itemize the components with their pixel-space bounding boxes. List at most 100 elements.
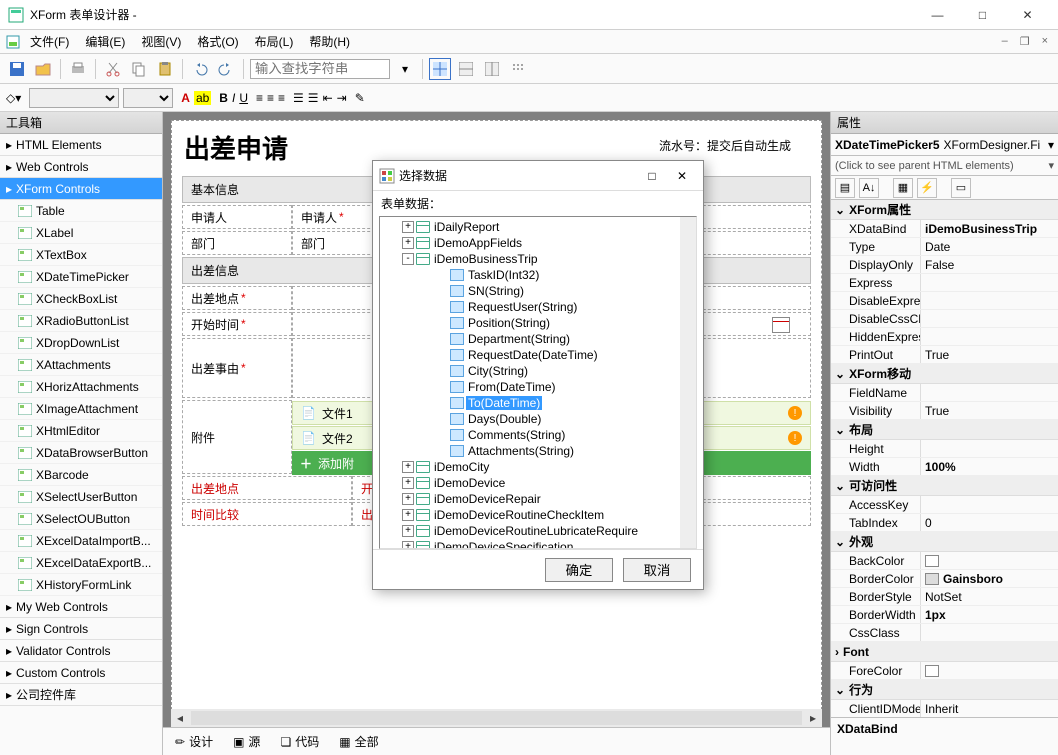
tree-expand-icon[interactable]: +: [402, 461, 414, 473]
toolbox-cat-validator[interactable]: ▸Validator Controls: [0, 640, 162, 662]
layout-dots-icon[interactable]: [507, 58, 529, 80]
property-row[interactable]: FieldName: [831, 384, 1058, 402]
property-pages-icon[interactable]: ▭: [951, 178, 971, 198]
expand-icon[interactable]: ›: [835, 645, 839, 659]
toolbox-item[interactable]: XExcelDataImportB...: [0, 530, 162, 552]
scroll-right-icon[interactable]: ▸: [804, 710, 822, 726]
app-menu-icon[interactable]: [6, 34, 22, 50]
property-row[interactable]: ClientIDModeInherit: [831, 700, 1058, 717]
property-category[interactable]: ⌄可访问性: [831, 476, 1058, 496]
collapse-icon[interactable]: ⌄: [835, 423, 845, 437]
data-tree[interactable]: +iDailyReport+iDemoAppFields-iDemoBusine…: [379, 216, 697, 549]
tree-node-label[interactable]: iDemoCity: [432, 460, 491, 474]
tree-expand-icon[interactable]: +: [402, 509, 414, 521]
ok-button[interactable]: 确定: [545, 558, 613, 582]
property-category[interactable]: ⌄XForm移动: [831, 364, 1058, 384]
menu-format[interactable]: 格式(O): [189, 31, 246, 52]
paste-icon[interactable]: [154, 58, 176, 80]
search-dropdown-icon[interactable]: ▾: [394, 58, 416, 80]
toolbox-cat-xform[interactable]: ▸XForm Controls: [0, 178, 162, 200]
toolbox-item[interactable]: XHtmlEditor: [0, 420, 162, 442]
tree-node-label[interactable]: Department(String): [466, 332, 572, 346]
italic-icon[interactable]: I: [232, 91, 235, 105]
tree-node-label[interactable]: Comments(String): [466, 428, 567, 442]
tree-scrollbar[interactable]: [680, 217, 696, 548]
cut-icon[interactable]: [102, 58, 124, 80]
calendar-icon[interactable]: [772, 317, 790, 333]
tree-node-label[interactable]: RequestDate(DateTime): [466, 348, 600, 362]
property-category[interactable]: ›Font: [831, 642, 1058, 662]
categorized-icon[interactable]: ▤: [835, 178, 855, 198]
menu-edit[interactable]: 编辑(E): [77, 31, 133, 52]
menu-layout[interactable]: 布局(L): [247, 31, 302, 52]
tree-node-label[interactable]: RequestUser(String): [466, 300, 579, 314]
tab-source[interactable]: ▣源: [227, 731, 266, 752]
toolbox-cat-myweb[interactable]: ▸My Web Controls: [0, 596, 162, 618]
redo-icon[interactable]: [215, 58, 237, 80]
tree-expand-icon[interactable]: +: [402, 477, 414, 489]
print-icon[interactable]: [67, 58, 89, 80]
menu-help[interactable]: 帮助(H): [301, 31, 358, 52]
property-row[interactable]: DisplayOnlyFalse: [831, 256, 1058, 274]
tab-code[interactable]: ❏代码: [274, 731, 325, 752]
collapse-icon[interactable]: ⌄: [835, 683, 845, 697]
font-family-select[interactable]: [29, 88, 119, 108]
font-size-select[interactable]: [123, 88, 173, 108]
toolbox-cat-custom[interactable]: ▸Custom Controls: [0, 662, 162, 684]
open-icon[interactable]: [32, 58, 54, 80]
property-category[interactable]: ⌄布局: [831, 420, 1058, 440]
property-row[interactable]: DisableCssClass: [831, 310, 1058, 328]
collapse-icon[interactable]: ⌄: [835, 203, 845, 217]
property-category[interactable]: ⌄外观: [831, 532, 1058, 552]
toolbox-item[interactable]: XLabel: [0, 222, 162, 244]
align-right-icon[interactable]: ≡: [278, 91, 285, 105]
toolbox-item[interactable]: XSelectUserButton: [0, 486, 162, 508]
property-category[interactable]: ⌄XForm属性: [831, 200, 1058, 220]
collapse-icon[interactable]: ⌄: [835, 535, 845, 549]
property-row[interactable]: AccessKey: [831, 496, 1058, 514]
horizontal-scrollbar[interactable]: ◂ ▸: [171, 709, 822, 727]
underline-icon[interactable]: U: [239, 91, 248, 105]
layout-vsplit-icon[interactable]: [481, 58, 503, 80]
property-row[interactable]: Express: [831, 274, 1058, 292]
tree-node-label[interactable]: Attachments(String): [466, 444, 576, 458]
toolbox-cat-web[interactable]: ▸Web Controls: [0, 156, 162, 178]
alphabetical-icon[interactable]: A↓: [859, 178, 879, 198]
property-row[interactable]: Height: [831, 440, 1058, 458]
property-row[interactable]: DisableExpress: [831, 292, 1058, 310]
property-row[interactable]: HiddenExpress: [831, 328, 1058, 346]
copy-icon[interactable]: [128, 58, 150, 80]
tree-expand-icon[interactable]: +: [402, 221, 414, 233]
search-input[interactable]: [250, 59, 390, 79]
toolbox-item[interactable]: XDateTimePicker: [0, 266, 162, 288]
chevron-down-icon[interactable]: ▾: [1048, 138, 1054, 152]
outdent-icon[interactable]: ⇤: [323, 91, 333, 105]
dialog-maximize-button[interactable]: □: [637, 164, 667, 188]
events-icon[interactable]: ⚡: [917, 178, 937, 198]
toolbox-item[interactable]: XHistoryFormLink: [0, 574, 162, 596]
tree-expand-icon[interactable]: +: [402, 541, 414, 549]
toolbox-item[interactable]: XBarcode: [0, 464, 162, 486]
mdi-close[interactable]: ×: [1038, 35, 1052, 48]
toolbox-item[interactable]: XSelectOUButton: [0, 508, 162, 530]
toolbox-item[interactable]: XCheckBoxList: [0, 288, 162, 310]
list-number-icon[interactable]: ☰: [293, 91, 304, 105]
property-row[interactable]: XDataBindiDemoBusinessTrip: [831, 220, 1058, 238]
toolbox-cat-html[interactable]: ▸HTML Elements: [0, 134, 162, 156]
font-color-icon[interactable]: A: [181, 91, 190, 105]
toolbox-item[interactable]: XDropDownList: [0, 332, 162, 354]
tree-node-label[interactable]: To(DateTime): [466, 396, 542, 410]
tree-node-label[interactable]: SN(String): [466, 284, 526, 298]
property-row[interactable]: TypeDate: [831, 238, 1058, 256]
toolbox-item[interactable]: Table: [0, 200, 162, 222]
dialog-close-button[interactable]: ✕: [667, 164, 697, 188]
property-row[interactable]: PrintOutTrue: [831, 346, 1058, 364]
highlight-icon[interactable]: ab: [194, 91, 211, 105]
element-dropdown-icon[interactable]: ◇▾: [6, 91, 21, 105]
tree-node-label[interactable]: iDemoBusinessTrip: [432, 252, 540, 266]
tree-node-label[interactable]: TaskID(Int32): [466, 268, 541, 282]
tree-node-label[interactable]: iDemoDeviceSpecification: [432, 540, 575, 549]
maximize-button[interactable]: □: [960, 1, 1005, 29]
tree-node-label[interactable]: From(DateTime): [466, 380, 558, 394]
toolbox-cat-company[interactable]: ▸公司控件库: [0, 684, 162, 706]
